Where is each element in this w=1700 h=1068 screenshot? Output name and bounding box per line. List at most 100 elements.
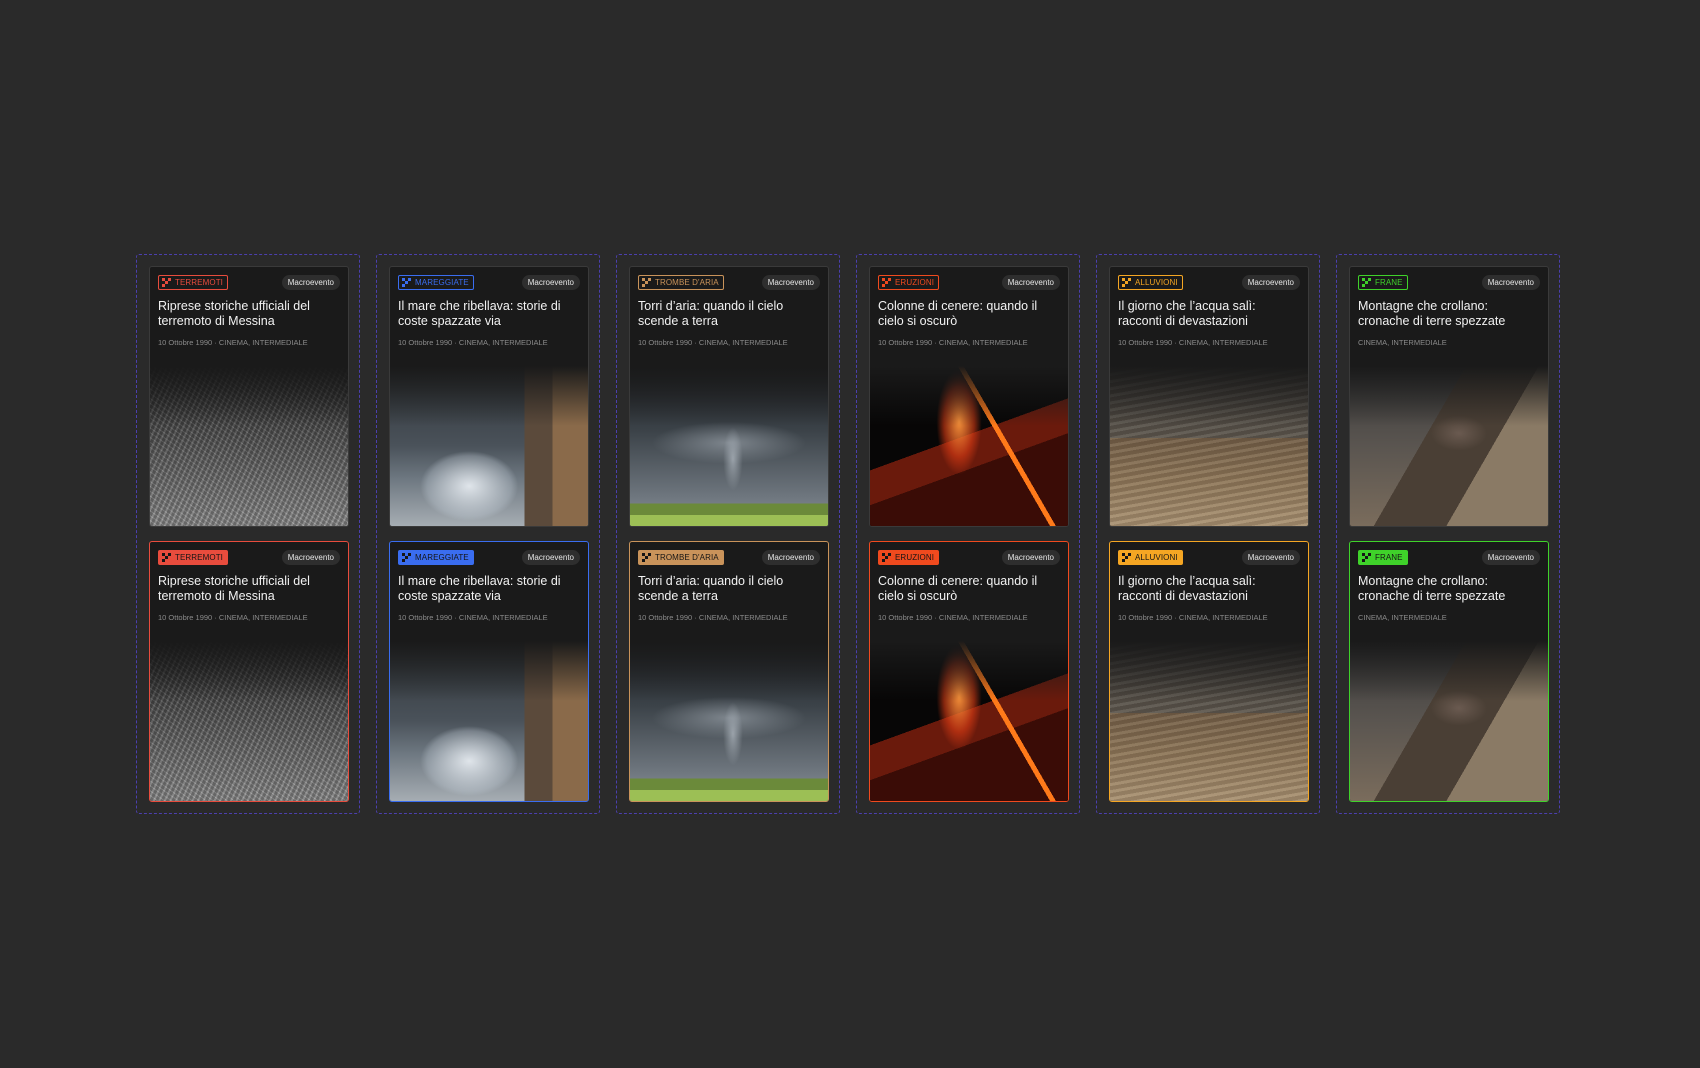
card-title[interactable]: Il giorno che l’acqua salì: racconti di …	[1118, 574, 1300, 604]
category-tag[interactable]: ERUZIONI	[878, 275, 940, 290]
card-meta: 10 Ottobre 1990 · CINEMA, INTERMEDIALE	[398, 613, 548, 622]
flood-image	[1110, 366, 1308, 526]
type-badge: Macroevento	[1001, 550, 1060, 565]
category-icon	[1362, 278, 1371, 287]
variant-column: TERREMOTI Macroevento Riprese storiche u…	[136, 254, 360, 814]
event-card[interactable]: MAREGGIATE Macroevento Il mare che ribel…	[389, 266, 589, 527]
category-tag[interactable]: TERREMOTI	[158, 550, 229, 565]
card-title[interactable]: Colonne di cenere: quando il cielo si os…	[878, 299, 1060, 329]
type-badge: Macroevento	[281, 550, 340, 565]
variant-column: ALLUVIONI Macroevento Il giorno che l’ac…	[1096, 254, 1320, 814]
category-label: MAREGGIATE	[415, 553, 469, 562]
event-card[interactable]: FRANE Macroevento Montagne che crollano:…	[1349, 541, 1549, 802]
storm-waves-image	[390, 641, 588, 801]
type-badge: Macroevento	[1001, 275, 1060, 290]
category-tag[interactable]: ERUZIONI	[878, 550, 940, 565]
event-card[interactable]: ALLUVIONI Macroevento Il giorno che l’ac…	[1109, 541, 1309, 802]
category-tag[interactable]: ALLUVIONI	[1118, 550, 1183, 565]
category-label: MAREGGIATE	[415, 278, 469, 287]
category-label: TROMBE D'ARIA	[655, 553, 719, 562]
type-badge: Macroevento	[1241, 275, 1300, 290]
card-meta: CINEMA, INTERMEDIALE	[1358, 613, 1447, 622]
earthquake-ruins-image	[150, 366, 348, 526]
type-badge: Macroevento	[1481, 550, 1540, 565]
card-meta: 10 Ottobre 1990 · CINEMA, INTERMEDIALE	[878, 613, 1028, 622]
category-tag[interactable]: FRANE	[1358, 550, 1408, 565]
category-label: TROMBE D'ARIA	[655, 278, 719, 287]
category-icon	[882, 278, 891, 287]
event-card[interactable]: TERREMOTI Macroevento Riprese storiche u…	[149, 541, 349, 802]
card-meta: 10 Ottobre 1990 · CINEMA, INTERMEDIALE	[878, 338, 1028, 347]
category-tag[interactable]: ALLUVIONI	[1118, 275, 1183, 290]
event-card[interactable]: TROMBE D'ARIA Macroevento Torri d’aria: …	[629, 541, 829, 802]
card-meta: CINEMA, INTERMEDIALE	[1358, 338, 1447, 347]
category-icon	[882, 553, 891, 562]
category-tag[interactable]: MAREGGIATE	[398, 550, 474, 565]
card-meta: 10 Ottobre 1990 · CINEMA, INTERMEDIALE	[158, 338, 308, 347]
tornado-image	[630, 366, 828, 526]
category-label: ERUZIONI	[895, 278, 935, 287]
event-card[interactable]: ERUZIONI Macroevento Colonne di cenere: …	[869, 541, 1069, 802]
card-title[interactable]: Il mare che ribellava: storie di coste s…	[398, 574, 580, 604]
event-card[interactable]: TROMBE D'ARIA Macroevento Torri d’aria: …	[629, 266, 829, 527]
tornado-image	[630, 641, 828, 801]
category-label: FRANE	[1375, 553, 1403, 562]
category-tag[interactable]: MAREGGIATE	[398, 275, 474, 290]
landslide-image	[1350, 366, 1548, 526]
category-icon	[642, 278, 651, 287]
storm-waves-image	[390, 366, 588, 526]
variant-column: TROMBE D'ARIA Macroevento Torri d’aria: …	[616, 254, 840, 814]
category-label: TERREMOTI	[175, 553, 224, 562]
type-badge: Macroevento	[281, 275, 340, 290]
landslide-image	[1350, 641, 1548, 801]
event-card[interactable]: FRANE Macroevento Montagne che crollano:…	[1349, 266, 1549, 527]
volcano-eruption-image	[870, 366, 1068, 526]
card-title[interactable]: Torri d’aria: quando il cielo scende a t…	[638, 574, 820, 604]
category-tag[interactable]: TROMBE D'ARIA	[638, 550, 724, 565]
type-badge: Macroevento	[761, 550, 820, 565]
variant-column: MAREGGIATE Macroevento Il mare che ribel…	[376, 254, 600, 814]
category-icon	[402, 553, 411, 562]
category-tag[interactable]: FRANE	[1358, 275, 1408, 290]
category-icon	[1122, 278, 1131, 287]
event-card[interactable]: TERREMOTI Macroevento Riprese storiche u…	[149, 266, 349, 527]
card-title[interactable]: Il mare che ribellava: storie di coste s…	[398, 299, 580, 329]
card-meta: 10 Ottobre 1990 · CINEMA, INTERMEDIALE	[398, 338, 548, 347]
card-variants-board: TERREMOTI Macroevento Riprese storiche u…	[136, 254, 1560, 814]
type-badge: Macroevento	[1241, 550, 1300, 565]
event-card[interactable]: ALLUVIONI Macroevento Il giorno che l’ac…	[1109, 266, 1309, 527]
category-tag[interactable]: TROMBE D'ARIA	[638, 275, 724, 290]
category-icon	[162, 553, 171, 562]
card-meta: 10 Ottobre 1990 · CINEMA, INTERMEDIALE	[638, 338, 788, 347]
category-label: FRANE	[1375, 278, 1403, 287]
card-meta: 10 Ottobre 1990 · CINEMA, INTERMEDIALE	[1118, 613, 1268, 622]
category-label: ALLUVIONI	[1135, 278, 1178, 287]
event-card[interactable]: ERUZIONI Macroevento Colonne di cenere: …	[869, 266, 1069, 527]
card-title[interactable]: Colonne di cenere: quando il cielo si os…	[878, 574, 1060, 604]
card-title[interactable]: Montagne che crollano: cronache di terre…	[1358, 299, 1540, 329]
type-badge: Macroevento	[521, 550, 580, 565]
card-meta: 10 Ottobre 1990 · CINEMA, INTERMEDIALE	[638, 613, 788, 622]
category-icon	[162, 278, 171, 287]
event-card[interactable]: MAREGGIATE Macroevento Il mare che ribel…	[389, 541, 589, 802]
volcano-eruption-image	[870, 641, 1068, 801]
earthquake-ruins-image	[150, 641, 348, 801]
card-title[interactable]: Riprese storiche ufficiali del terremoto…	[158, 574, 340, 604]
card-meta: 10 Ottobre 1990 · CINEMA, INTERMEDIALE	[1118, 338, 1268, 347]
category-icon	[1362, 553, 1371, 562]
category-label: ALLUVIONI	[1135, 553, 1178, 562]
card-title[interactable]: Riprese storiche ufficiali del terremoto…	[158, 299, 340, 329]
type-badge: Macroevento	[1481, 275, 1540, 290]
flood-image	[1110, 641, 1308, 801]
variant-column: FRANE Macroevento Montagne che crollano:…	[1336, 254, 1560, 814]
category-tag[interactable]: TERREMOTI	[158, 275, 229, 290]
category-icon	[642, 553, 651, 562]
card-title[interactable]: Torri d’aria: quando il cielo scende a t…	[638, 299, 820, 329]
category-label: TERREMOTI	[175, 278, 224, 287]
card-title[interactable]: Montagne che crollano: cronache di terre…	[1358, 574, 1540, 604]
type-badge: Macroevento	[761, 275, 820, 290]
card-title[interactable]: Il giorno che l’acqua salì: racconti di …	[1118, 299, 1300, 329]
type-badge: Macroevento	[521, 275, 580, 290]
category-label: ERUZIONI	[895, 553, 935, 562]
variant-column: ERUZIONI Macroevento Colonne di cenere: …	[856, 254, 1080, 814]
